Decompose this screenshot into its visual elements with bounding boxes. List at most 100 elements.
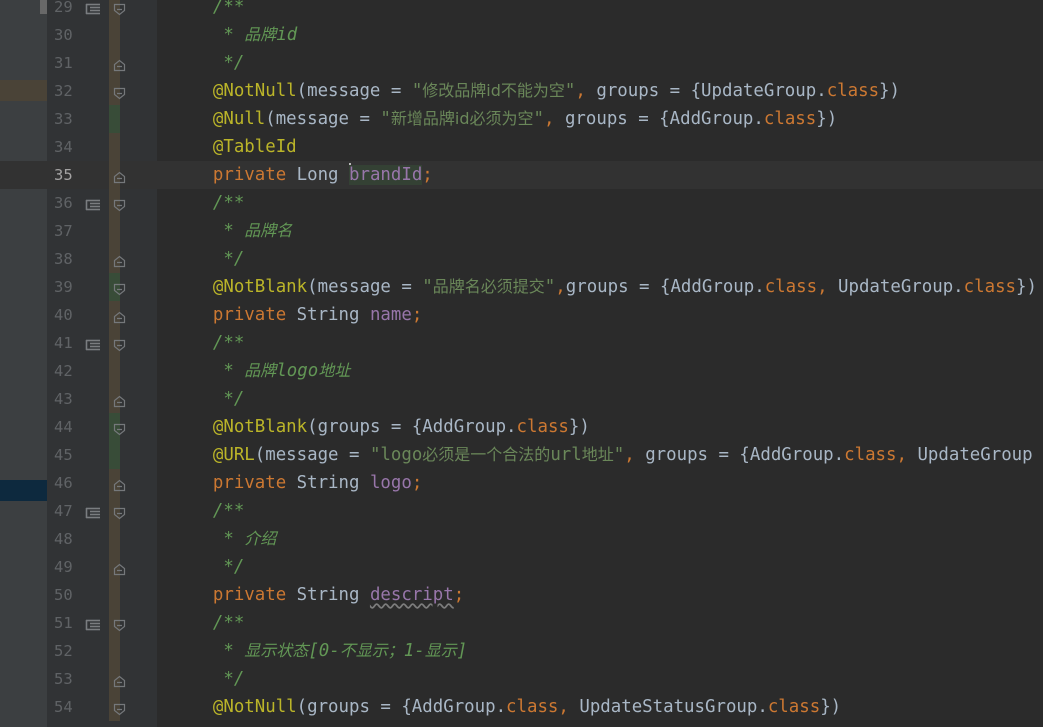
vcs-change-marker[interactable] bbox=[109, 105, 120, 133]
code-editor[interactable]: 29 /** 30 * 品牌id 31 */32 @NotNull(message … bbox=[0, 0, 1043, 727]
line-number[interactable]: 45 bbox=[47, 441, 107, 469]
fold-collapse-icon[interactable] bbox=[113, 197, 126, 212]
vcs-change-marker[interactable] bbox=[109, 637, 120, 665]
code-text[interactable]: */ bbox=[171, 553, 244, 581]
line-number[interactable]: 46 bbox=[47, 469, 107, 497]
line-number[interactable]: 49 bbox=[47, 553, 107, 581]
fold-end-icon[interactable] bbox=[113, 477, 126, 492]
code-text[interactable]: @NotBlank(message = "品牌名必须提交",groups = {… bbox=[171, 273, 1037, 301]
code-line[interactable]: 52 * 显示状态[0-不显示；1-显示] bbox=[0, 637, 1043, 665]
code-line[interactable]: 48 * 介绍 bbox=[0, 525, 1043, 553]
code-line[interactable]: 42 * 品牌logo地址 bbox=[0, 357, 1043, 385]
code-text[interactable]: * 显示状态[0-不显示；1-显示] bbox=[171, 637, 467, 665]
code-text[interactable]: @NotBlank(groups = {AddGroup.class}) bbox=[171, 413, 590, 441]
code-text[interactable]: */ bbox=[171, 385, 244, 413]
doc-comment-icon[interactable] bbox=[85, 1, 101, 15]
line-number[interactable]: 35 bbox=[47, 161, 107, 189]
code-text[interactable]: @URL(message = "logo必须是一个合法的url地址", grou… bbox=[171, 441, 1033, 469]
fold-collapse-icon[interactable] bbox=[113, 505, 126, 520]
code-text[interactable]: */ bbox=[171, 665, 244, 693]
line-number[interactable]: 34 bbox=[47, 133, 107, 161]
code-line[interactable]: 47 /** bbox=[0, 497, 1043, 525]
fold-end-icon[interactable] bbox=[113, 169, 126, 184]
code-text[interactable]: * 品牌logo地址 bbox=[171, 357, 350, 385]
code-text[interactable]: /** bbox=[171, 609, 244, 637]
code-text[interactable]: /** bbox=[171, 189, 244, 217]
line-number[interactable]: 32 bbox=[47, 77, 107, 105]
vcs-change-marker[interactable] bbox=[109, 525, 120, 553]
line-number[interactable]: 43 bbox=[47, 385, 107, 413]
fold-end-icon[interactable] bbox=[113, 561, 126, 576]
code-text[interactable]: * 品牌名 bbox=[171, 217, 292, 245]
fold-collapse-icon[interactable] bbox=[113, 85, 126, 100]
code-text[interactable]: private String logo; bbox=[171, 469, 422, 497]
code-line[interactable]: 51 /** bbox=[0, 609, 1043, 637]
line-number[interactable]: 42 bbox=[47, 357, 107, 385]
doc-comment-icon[interactable] bbox=[85, 197, 101, 211]
line-number[interactable]: 39 bbox=[47, 273, 107, 301]
fold-collapse-icon[interactable] bbox=[113, 701, 126, 716]
fold-collapse-icon[interactable] bbox=[113, 421, 126, 436]
code-line[interactable]: 32 @NotNull(message = "修改品牌id不能为空", grou… bbox=[0, 77, 1043, 105]
code-text[interactable]: @NotNull(groups = {AddGroup.class, Updat… bbox=[171, 693, 841, 721]
code-line[interactable]: 43 */ bbox=[0, 385, 1043, 413]
code-text[interactable]: /** bbox=[171, 497, 244, 525]
line-number[interactable]: 52 bbox=[47, 637, 107, 665]
vcs-change-marker[interactable] bbox=[109, 21, 120, 49]
line-number[interactable]: 44 bbox=[47, 413, 107, 441]
code-line[interactable]: 49 */ bbox=[0, 553, 1043, 581]
line-number[interactable]: 38 bbox=[47, 245, 107, 273]
code-line[interactable]: 38 */ bbox=[0, 245, 1043, 273]
vcs-change-marker[interactable] bbox=[109, 441, 120, 469]
line-number[interactable]: 37 bbox=[47, 217, 107, 245]
code-line[interactable]: 33 @Null(message = "新增品牌id必须为空", groups … bbox=[0, 105, 1043, 133]
code-text[interactable]: @TableId bbox=[171, 133, 297, 161]
code-line[interactable]: 36 /** bbox=[0, 189, 1043, 217]
code-text[interactable]: @Null(message = "新增品牌id必须为空", groups = {… bbox=[171, 105, 837, 133]
code-text[interactable]: @NotNull(message = "修改品牌id不能为空", groups … bbox=[171, 77, 900, 105]
line-number[interactable]: 53 bbox=[47, 665, 107, 693]
code-line[interactable]: 53 */ bbox=[0, 665, 1043, 693]
fold-collapse-icon[interactable] bbox=[113, 617, 126, 632]
code-line[interactable]: 45 @URL(message = "logo必须是一个合法的url地址", g… bbox=[0, 441, 1043, 469]
line-number[interactable]: 54 bbox=[47, 693, 107, 721]
doc-comment-icon[interactable] bbox=[85, 617, 101, 631]
vcs-change-marker[interactable] bbox=[109, 217, 120, 245]
line-number[interactable]: 33 bbox=[47, 105, 107, 133]
fold-end-icon[interactable] bbox=[113, 673, 126, 688]
code-line[interactable]: 41 /** bbox=[0, 329, 1043, 357]
code-line[interactable]: 29 /** bbox=[0, 0, 1043, 21]
code-line[interactable]: 30 * 品牌id bbox=[0, 21, 1043, 49]
line-number[interactable]: 50 bbox=[47, 581, 107, 609]
vcs-change-marker[interactable] bbox=[109, 357, 120, 385]
line-number[interactable]: 30 bbox=[47, 21, 107, 49]
code-text[interactable]: private String descript; bbox=[171, 581, 464, 609]
code-line[interactable]: 54 @NotNull(groups = {AddGroup.class, Up… bbox=[0, 693, 1043, 721]
fold-collapse-icon[interactable] bbox=[113, 1, 126, 16]
code-line[interactable]: 50 private String descript; bbox=[0, 581, 1043, 609]
code-text[interactable]: /** bbox=[171, 0, 244, 21]
code-line[interactable]: 40 private String name; bbox=[0, 301, 1043, 329]
code-line[interactable]: 34 @TableId bbox=[0, 133, 1043, 161]
fold-end-icon[interactable] bbox=[113, 253, 126, 268]
code-text[interactable]: */ bbox=[171, 245, 244, 273]
fold-end-icon[interactable] bbox=[113, 393, 126, 408]
code-text[interactable]: private Long brandId; bbox=[171, 161, 433, 189]
code-text[interactable]: * 品牌id bbox=[171, 21, 297, 49]
doc-comment-icon[interactable] bbox=[85, 337, 101, 351]
code-line[interactable]: 35 private Long brandId; bbox=[0, 161, 1043, 189]
code-line[interactable]: 37 * 品牌名 bbox=[0, 217, 1043, 245]
vcs-change-marker[interactable] bbox=[109, 133, 120, 161]
vcs-change-marker[interactable] bbox=[109, 581, 120, 609]
fold-end-icon[interactable] bbox=[113, 57, 126, 72]
code-line[interactable]: 31 */ bbox=[0, 49, 1043, 77]
line-number[interactable]: 31 bbox=[47, 49, 107, 77]
fold-end-icon[interactable] bbox=[113, 309, 126, 324]
code-line[interactable]: 46 private String logo; bbox=[0, 469, 1043, 497]
code-text[interactable]: private String name; bbox=[171, 301, 422, 329]
code-line[interactable]: 39 @NotBlank(message = "品牌名必须提交",groups … bbox=[0, 273, 1043, 301]
line-number[interactable]: 48 bbox=[47, 525, 107, 553]
code-text[interactable]: */ bbox=[171, 49, 244, 77]
code-text[interactable]: * 介绍 bbox=[171, 525, 276, 553]
code-line[interactable]: 44 @NotBlank(groups = {AddGroup.class}) bbox=[0, 413, 1043, 441]
